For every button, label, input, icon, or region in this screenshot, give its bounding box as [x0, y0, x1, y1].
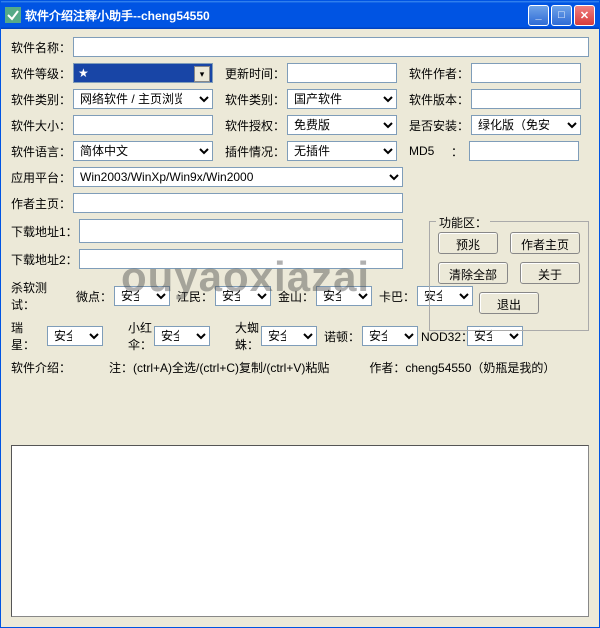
label-avtest: 杀软测试：	[11, 279, 69, 313]
label-dl1: 下载地址1：	[11, 223, 75, 240]
size-input[interactable]	[73, 115, 213, 135]
av-avira-select[interactable]: 安全	[154, 326, 210, 346]
av-kaba: 卡巴：	[375, 288, 415, 305]
exit-button[interactable]: 退出	[479, 292, 539, 314]
av-jinshan-select[interactable]: 安全	[316, 286, 372, 306]
label-lang: 软件语言：	[11, 143, 69, 160]
label-install: 是否安装：	[409, 117, 467, 134]
label-plugin: 插件情况：	[225, 143, 283, 160]
hint-text: 注：(ctrl+A)全选/(ctrl+C)复制/(ctrl+V)粘贴	[109, 359, 329, 376]
authorpage-button[interactable]: 作者主页	[510, 232, 580, 254]
rating-select[interactable]: ★	[73, 63, 213, 83]
install-select[interactable]: 绿化版（免安装）	[471, 115, 581, 135]
label-version: 软件版本：	[409, 91, 467, 108]
update-input[interactable]	[287, 63, 397, 83]
about-button[interactable]: 关于	[520, 262, 580, 284]
av-avira: 小红伞：	[106, 319, 152, 353]
av-weidian-select[interactable]: 安全	[114, 286, 170, 306]
av-jinshan: 金山：	[274, 288, 314, 305]
label-dl2: 下载地址2：	[11, 251, 75, 268]
av-drweb: 大蜘蛛：	[213, 319, 259, 353]
label-authorhome: 作者主页：	[11, 195, 69, 212]
label-platform: 应用平台：	[11, 169, 69, 186]
dl2-input[interactable]	[79, 249, 403, 269]
label-license: 软件授权：	[225, 117, 283, 134]
av-norton-select[interactable]: 安全	[362, 326, 418, 346]
label-name: 软件名称：	[11, 39, 69, 56]
category2-select[interactable]: 国产软件	[287, 89, 397, 109]
version-input[interactable]	[471, 89, 581, 109]
name-input[interactable]	[73, 37, 589, 57]
av-weidian: 微点：	[72, 288, 112, 305]
label-size: 软件大小：	[11, 117, 69, 134]
app-icon	[5, 7, 21, 23]
function-panel: 功能区： 预兆 作者主页 清除全部 关于 退出	[429, 221, 589, 331]
label-intro: 软件介绍：	[11, 359, 69, 376]
language-select[interactable]: 简体中文	[73, 141, 213, 161]
clearall-button[interactable]: 清除全部	[438, 262, 508, 284]
md5-input[interactable]	[469, 141, 579, 161]
titlebar: 软件介绍注释小助手--cheng54550 _ □ ✕	[1, 1, 599, 29]
av-jiangmin: 江民：	[173, 288, 213, 305]
category1-select[interactable]: 网络软件 / 主页浏览	[73, 89, 213, 109]
av-jiangmin-select[interactable]: 安全	[215, 286, 271, 306]
close-button[interactable]: ✕	[574, 5, 595, 26]
av-norton: 诺顿：	[320, 328, 360, 345]
plugin-select[interactable]: 无插件	[287, 141, 397, 161]
av-ruixing: 瑞星：	[11, 319, 45, 353]
authorhome-input[interactable]	[73, 193, 403, 213]
av-drweb-select[interactable]: 安全	[261, 326, 317, 346]
dl1-input[interactable]	[79, 219, 403, 243]
label-cat2: 软件类别：	[225, 91, 283, 108]
app-window: 软件介绍注释小助手--cheng54550 _ □ ✕ 软件名称： 软件等级： …	[0, 0, 600, 628]
minimize-button[interactable]: _	[528, 5, 549, 26]
license-select[interactable]: 免费版	[287, 115, 397, 135]
av-ruixing-select[interactable]: 安全	[47, 326, 103, 346]
label-update: 更新时间：	[225, 65, 283, 82]
label-md5: MD5	[409, 144, 447, 158]
window-title: 软件介绍注释小助手--cheng54550	[25, 7, 528, 24]
label-rating: 软件等级：	[11, 65, 69, 82]
colon: ：	[451, 143, 465, 160]
credit-text: 作者：cheng54550（奶瓶是我的）	[369, 359, 555, 376]
preview-button[interactable]: 预兆	[438, 232, 498, 254]
label-cat1: 软件类别：	[11, 91, 69, 108]
author-input[interactable]	[471, 63, 581, 83]
label-author: 软件作者：	[409, 65, 467, 82]
content-area: 软件名称： 软件等级： ★ 更新时间： 软件作者： 软件类别： 网络软件 / 主…	[1, 29, 599, 627]
funcbox-legend: 功能区：	[436, 214, 490, 231]
intro-textarea[interactable]	[11, 445, 589, 617]
maximize-button[interactable]: □	[551, 5, 572, 26]
platform-select[interactable]: Win2003/WinXp/Win9x/Win2000	[73, 167, 403, 187]
window-buttons: _ □ ✕	[528, 5, 595, 26]
